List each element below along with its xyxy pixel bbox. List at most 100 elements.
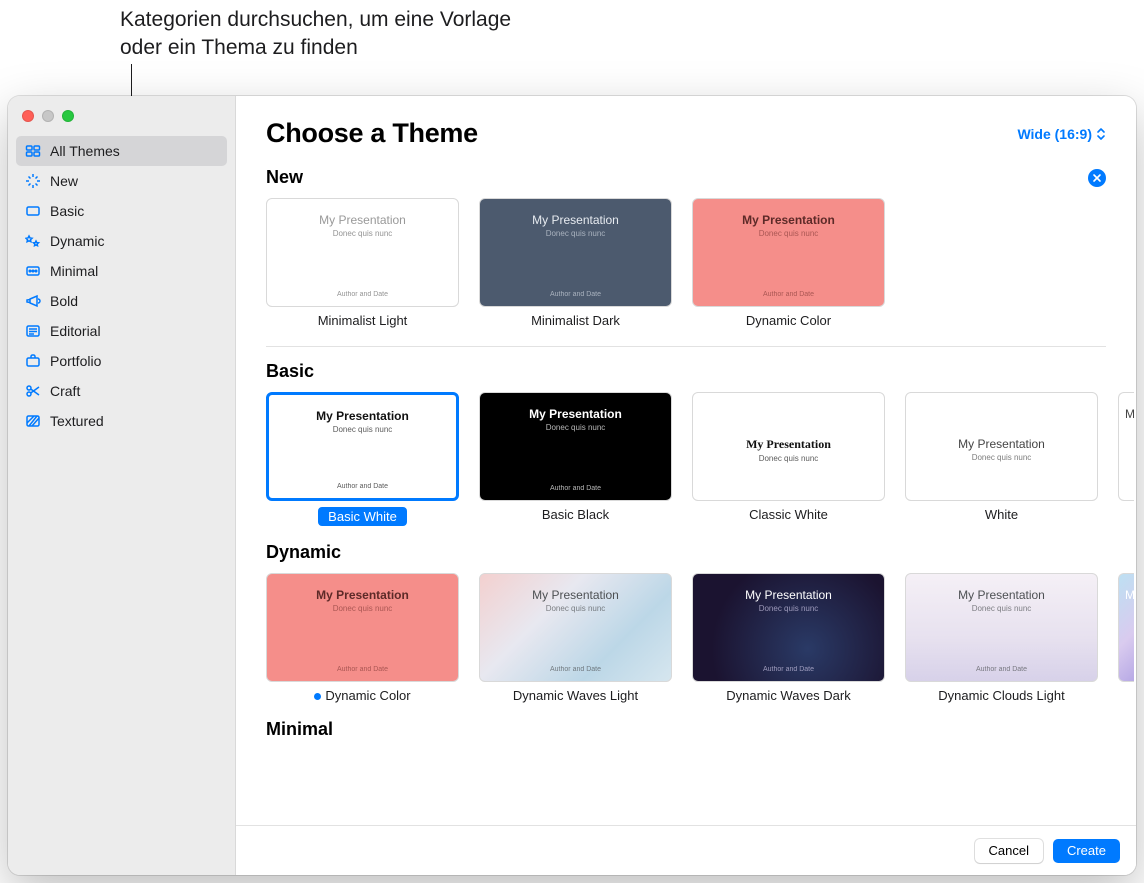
sidebar-item-bold[interactable]: Bold xyxy=(16,286,227,316)
window-zoom-button[interactable] xyxy=(62,110,74,122)
theme-label: Dynamic Color xyxy=(746,313,831,328)
section-title: Minimal xyxy=(266,719,333,740)
theme-thumbnail[interactable]: My PresentationDonec quis nuncAuthor and… xyxy=(266,198,459,307)
sidebar-item-dynamic[interactable]: Dynamic xyxy=(16,226,227,256)
thumb-title: My Presentation xyxy=(494,407,657,421)
section-new: New My Presentation Donec quis nunc Author … xyxy=(266,167,1136,336)
theme-thumbnail[interactable]: My PresentationDonec quis nuncAuthor and… xyxy=(479,198,672,307)
theme-tile[interactable]: My PresentationDonec quis nuncAuthor and… xyxy=(479,573,672,703)
section-header: Basic xyxy=(266,361,1136,382)
theme-label-text: Minimalist Light xyxy=(318,313,408,328)
sidebar-item-editorial[interactable]: Editorial xyxy=(16,316,227,346)
sidebar-item-label: New xyxy=(50,173,78,189)
thumb-subtitle: Donec quis nunc xyxy=(494,423,657,432)
texture-icon xyxy=(24,413,42,429)
theme-thumbnail[interactable]: My PresentationDonec quis nuncAuthor and… xyxy=(479,573,672,682)
window-minimize-button[interactable] xyxy=(42,110,54,122)
theme-tile[interactable]: My PresentationDonec quis nuncAuthor and… xyxy=(479,392,672,526)
theme-tile[interactable]: My PresentationDonec quis nuncAuthor and… xyxy=(479,198,672,328)
sidebar-item-basic[interactable]: Basic xyxy=(16,196,227,226)
thumb-author: Author and Date xyxy=(494,666,657,673)
grid-icon xyxy=(24,143,42,159)
theme-label: Classic White xyxy=(749,507,828,522)
theme-label-text: Dynamic Waves Dark xyxy=(726,688,850,703)
thumb-subtitle: Donec quis nunc xyxy=(707,229,870,238)
theme-label: Basic Black xyxy=(542,507,609,522)
footer: Cancel Create xyxy=(236,825,1136,875)
sidebar-item-textured[interactable]: Textured xyxy=(16,406,227,436)
sidebar-item-label: All Themes xyxy=(50,143,120,159)
thumb-title: My Presentation xyxy=(494,213,657,227)
theme-label-text: Basic Black xyxy=(542,507,609,522)
sidebar-item-new[interactable]: New xyxy=(16,166,227,196)
theme-tile[interactable]: My PresentationDonec quis nunc Classic Wh… xyxy=(692,392,885,526)
thumb-author: Author and Date xyxy=(707,666,870,673)
theme-label-text: Dynamic Color xyxy=(325,688,410,703)
theme-tile[interactable]: My PresentationDonec quis nuncAuthor and… xyxy=(266,392,459,526)
section-header: New xyxy=(266,167,1136,188)
window-traffic-lights xyxy=(8,106,235,136)
section-title: Dynamic xyxy=(266,542,341,563)
theme-label-text: Dynamic Waves Light xyxy=(513,688,638,703)
theme-tile[interactable]: My PresentationDonec quis nuncAuthor and… xyxy=(692,573,885,703)
theme-label-text: White xyxy=(985,507,1018,522)
theme-label: Dynamic Clouds Light xyxy=(938,688,1064,703)
theme-label: Dynamic Waves Dark xyxy=(726,688,850,703)
theme-label-text: Dynamic Clouds Light xyxy=(938,688,1064,703)
theme-thumbnail[interactable]: My Presentation Donec quis nunc Author and… xyxy=(692,198,885,307)
theme-thumbnail[interactable]: My PresentationDonec quis nuncAuthor and… xyxy=(266,573,459,682)
theme-thumbnail[interactable]: My PresentationDonec quis nuncAuthor and… xyxy=(479,392,672,501)
news-icon xyxy=(24,323,42,339)
rectangle-icon xyxy=(24,203,42,219)
sidebar-item-all-themes[interactable]: All Themes xyxy=(16,136,227,166)
thumb-title: My Presentation xyxy=(707,213,870,227)
sidebar-item-portfolio[interactable]: Portfolio xyxy=(16,346,227,376)
theme-thumbnail-peek[interactable]: M xyxy=(1118,573,1134,682)
theme-thumbnail[interactable]: My PresentationDonec quis nuncAuthor and… xyxy=(692,573,885,682)
thumb-title: My Presentation xyxy=(958,437,1045,451)
theme-thumbnail[interactable]: My PresentationDonec quis nunc xyxy=(905,392,1098,501)
page-title: Choose a Theme xyxy=(266,118,478,149)
thumb-author: Author and Date xyxy=(281,666,444,673)
theme-tile[interactable]: My Presentation Donec quis nunc Author and… xyxy=(692,198,885,328)
theme-tile[interactable]: My PresentationDonec quis nuncAuthor and… xyxy=(266,198,459,328)
theme-thumbnail[interactable]: My PresentationDonec quis nuncAuthor and… xyxy=(266,392,459,501)
section-dynamic: DynamicMy PresentationDonec quis nuncAut… xyxy=(266,542,1136,711)
thumb-subtitle: Donec quis nunc xyxy=(707,604,870,613)
thumb-subtitle: Donec quis nunc xyxy=(281,229,444,238)
section-header: Minimal xyxy=(266,719,1136,740)
dynamic-indicator-dot xyxy=(314,693,321,700)
window-close-button[interactable] xyxy=(22,110,34,122)
theme-label-text: Minimalist Dark xyxy=(531,313,620,328)
theme-thumbnail[interactable]: My PresentationDonec quis nunc xyxy=(692,392,885,501)
thumb-title: My Presentation xyxy=(281,588,444,602)
sidebar-item-label: Portfolio xyxy=(50,353,101,369)
theme-tile[interactable]: My PresentationDonec quis nuncAuthor and… xyxy=(905,573,1098,703)
thumb-title: My Presentation xyxy=(281,213,444,227)
close-section-button[interactable] xyxy=(1088,169,1106,187)
sidebar-item-label: Craft xyxy=(50,383,80,399)
sidebar-item-label: Bold xyxy=(50,293,78,309)
annotation-callout: Kategorien durchsuchen, um eine Vorlage … xyxy=(120,6,520,63)
thumb-title: My Presentation xyxy=(746,437,831,452)
sidebar-item-craft[interactable]: Craft xyxy=(16,376,227,406)
theme-grid: NewMy PresentationDonec quis nuncAuthor … xyxy=(236,159,1136,825)
theme-label: Dynamic Waves Light xyxy=(513,688,638,703)
aspect-ratio-popup[interactable]: Wide (16:9) xyxy=(1017,126,1106,142)
create-button[interactable]: Create xyxy=(1053,839,1120,863)
thumb-subtitle: Donec quis nunc xyxy=(494,229,657,238)
thumb-author: Author and Date xyxy=(920,666,1083,673)
sparkle-icon xyxy=(24,173,42,189)
theme-thumbnail-peek[interactable]: M xyxy=(1118,392,1134,501)
sidebar-item-minimal[interactable]: Minimal xyxy=(16,256,227,286)
scissors-icon xyxy=(24,383,42,399)
theme-tile[interactable]: My PresentationDonec quis nunc White xyxy=(905,392,1098,526)
thumb-author: Author and Date xyxy=(707,291,870,298)
cancel-button[interactable]: Cancel xyxy=(975,839,1043,863)
section-title: Basic xyxy=(266,361,314,382)
thumb-author: Author and Date xyxy=(283,483,442,490)
theme-thumbnail[interactable]: My PresentationDonec quis nuncAuthor and… xyxy=(905,573,1098,682)
theme-tile[interactable]: My PresentationDonec quis nuncAuthor and… xyxy=(266,573,459,703)
sidebar-item-label: Textured xyxy=(50,413,104,429)
theme-label-text: Dynamic Color xyxy=(746,313,831,328)
